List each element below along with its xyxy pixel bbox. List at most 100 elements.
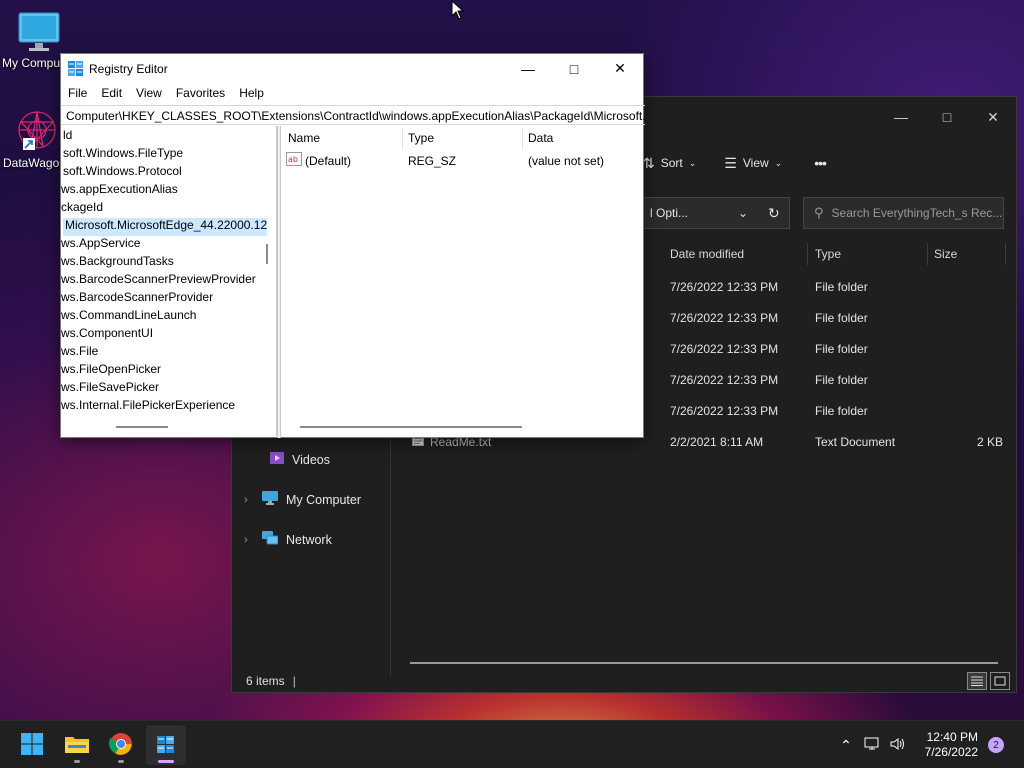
- file-date: 7/26/2022 12:33 PM: [670, 404, 779, 418]
- column-divider[interactable]: [402, 128, 403, 150]
- taskbar-registry-editor[interactable]: [146, 725, 186, 765]
- address-text: l Opti...: [650, 206, 689, 220]
- file-type: File folder: [815, 311, 868, 325]
- maximize-button[interactable]: □: [551, 54, 597, 83]
- column-header-type[interactable]: Type: [815, 241, 841, 267]
- column-header-name[interactable]: Name: [288, 131, 320, 149]
- maximize-button[interactable]: □: [924, 97, 970, 137]
- clock[interactable]: 12:40 PM 7/26/2022: [925, 730, 978, 760]
- tree-horizontal-scrollbar[interactable]: [116, 426, 168, 428]
- address-bar[interactable]: l Opti... ⌄ ↻: [642, 197, 790, 229]
- menu-favorites[interactable]: Favorites: [169, 83, 232, 103]
- nav-pane-divider[interactable]: [390, 437, 391, 677]
- chevron-down-icon[interactable]: ⌄: [738, 206, 748, 220]
- value-name[interactable]: (Default): [305, 154, 351, 168]
- network-status-icon[interactable]: [864, 737, 880, 754]
- file-date: 2/2/2021 8:11 AM: [670, 435, 764, 449]
- tree-node[interactable]: soft.Windows.Protocol: [63, 164, 182, 182]
- taskbar: ⌃ 12:40 PM 7/26/2022 2: [0, 720, 1024, 768]
- chevron-right-icon[interactable]: ›: [244, 534, 254, 546]
- more-options-button[interactable]: •••: [808, 155, 832, 171]
- tree-node[interactable]: ws.BarcodeScannerPreviewProvider: [61, 272, 256, 290]
- tree-node[interactable]: ckageId: [61, 200, 103, 218]
- tree-node[interactable]: ws.AppService: [61, 236, 140, 254]
- file-type: File folder: [815, 280, 868, 294]
- column-header-size[interactable]: Size: [934, 241, 957, 267]
- values-list: Name Type Data ab (Default) REG_SZ (valu…: [282, 126, 644, 438]
- tree-node-selected[interactable]: Microsoft.MicrosoftEdge_44.22000.12: [63, 218, 268, 236]
- view-switcher: [967, 672, 1010, 690]
- file-type: Text Document: [815, 435, 896, 449]
- tree-node[interactable]: ws.ComponentUI: [61, 326, 153, 344]
- column-divider[interactable]: [927, 243, 928, 265]
- clock-time: 12:40 PM: [926, 730, 978, 744]
- tree-node[interactable]: soft.Windows.FileType: [63, 146, 183, 164]
- tree-vertical-scrollbar[interactable]: [266, 244, 268, 264]
- column-divider[interactable]: [807, 243, 808, 265]
- file-date: 7/26/2022 12:33 PM: [670, 311, 779, 325]
- nav-item-my-computer[interactable]: › My Computer: [244, 491, 361, 508]
- value-type: REG_SZ: [408, 154, 457, 168]
- search-input[interactable]: ⚲ Search EverythingTech_s Rec...: [803, 197, 1004, 229]
- refresh-icon[interactable]: ↻: [768, 205, 780, 222]
- column-divider[interactable]: [522, 128, 523, 150]
- column-header-date[interactable]: Date modified: [670, 241, 744, 267]
- nav-label: Network: [286, 532, 332, 547]
- item-count: 6 items: [246, 674, 285, 688]
- menu-file[interactable]: File: [61, 83, 94, 103]
- tree-node[interactable]: ws.appExecutionAlias: [61, 182, 178, 200]
- start-button[interactable]: [12, 725, 52, 765]
- tree-node[interactable]: ws.FileSavePicker: [61, 380, 159, 398]
- close-button[interactable]: ✕: [970, 97, 1016, 137]
- values-horizontal-scrollbar[interactable]: [300, 426, 522, 428]
- running-indicator: [118, 760, 124, 763]
- tree-node[interactable]: ws.CommandLineLaunch: [61, 308, 196, 326]
- view-button[interactable]: ☰ View ⌄: [718, 155, 788, 172]
- menu-edit[interactable]: Edit: [94, 83, 129, 103]
- pane-splitter[interactable]: [277, 126, 281, 438]
- horizontal-scrollbar[interactable]: [410, 662, 998, 664]
- videos-icon: [270, 451, 284, 468]
- nav-item-network[interactable]: › Network: [244, 531, 332, 548]
- active-indicator: [158, 760, 174, 763]
- minimize-button[interactable]: —: [505, 54, 551, 83]
- monitor-icon: [17, 10, 61, 54]
- windows-logo-icon: [20, 732, 44, 759]
- registry-editor-window: Registry Editor — □ ✕ File Edit View Fav…: [60, 53, 645, 438]
- chevron-right-icon[interactable]: ›: [244, 494, 254, 506]
- key-tree: ld soft.Windows.FileType soft.Windows.Pr…: [61, 126, 277, 436]
- explorer-command-bar: ⇅ Sort ⌄ ☰ View ⌄ •••: [637, 149, 832, 177]
- close-button[interactable]: ✕: [597, 54, 643, 83]
- tree-node[interactable]: ws.FileOpenPicker: [61, 362, 161, 380]
- column-divider[interactable]: [1005, 243, 1006, 265]
- taskbar-chrome[interactable]: [101, 725, 141, 765]
- chevron-up-icon[interactable]: ⌃: [836, 737, 856, 754]
- volume-icon[interactable]: [890, 737, 906, 754]
- tree-node[interactable]: ws.Internal.FilePickerExperience: [61, 398, 235, 416]
- tree-node[interactable]: ws.File: [61, 344, 98, 362]
- status-bar: 6 items |: [246, 674, 296, 688]
- tree-node[interactable]: ws.BarcodeScannerProvider: [61, 290, 213, 308]
- column-header-type[interactable]: Type: [408, 131, 434, 149]
- details-view-icon[interactable]: [967, 672, 987, 690]
- minimize-button[interactable]: —: [878, 97, 924, 137]
- file-date: 7/26/2022 12:33 PM: [670, 280, 779, 294]
- tree-node[interactable]: ld: [63, 128, 72, 146]
- column-header-data[interactable]: Data: [528, 131, 553, 149]
- notification-badge[interactable]: 2: [988, 737, 1004, 753]
- large-icons-view-icon[interactable]: [990, 672, 1010, 690]
- menu-help[interactable]: Help: [232, 83, 271, 103]
- sort-icon: ⇅: [643, 154, 655, 171]
- tree-node[interactable]: ws.BackgroundTasks: [61, 254, 174, 272]
- svg-text:ab: ab: [288, 155, 298, 164]
- registry-address-bar[interactable]: Computer\HKEY_CLASSES_ROOT\Extensions\Co…: [61, 105, 645, 125]
- more-icon: •••: [814, 155, 827, 171]
- sort-button[interactable]: ⇅ Sort ⌄: [637, 155, 702, 172]
- file-size: 2 KB: [977, 435, 1004, 449]
- nav-item-videos[interactable]: Videos: [270, 451, 330, 468]
- menu-view[interactable]: View: [129, 83, 169, 103]
- network-icon: [262, 531, 279, 548]
- column-header-type-label: Type: [815, 247, 842, 261]
- file-type: File folder: [815, 342, 868, 356]
- taskbar-file-explorer[interactable]: [57, 725, 97, 765]
